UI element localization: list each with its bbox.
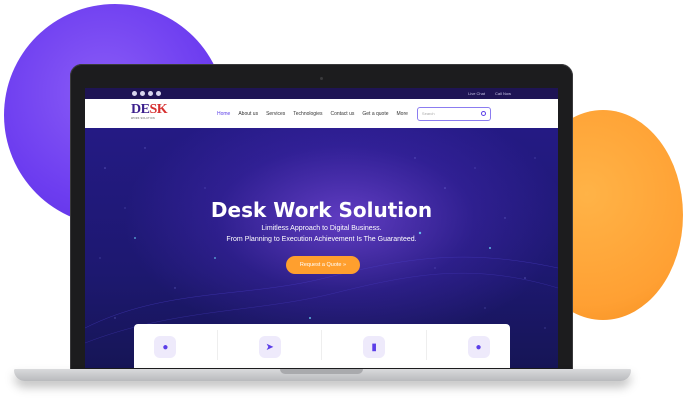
instagram-icon[interactable] (132, 91, 137, 96)
laptop-screen: Live Chat Call Now DESK WORK SOLUTION Ho… (85, 88, 558, 368)
social-links (132, 91, 161, 96)
logo-subtitle: WORK SOLUTION (131, 116, 155, 120)
search-placeholder: Search (421, 111, 435, 116)
facebook-icon[interactable] (140, 91, 145, 96)
card-divider (217, 330, 219, 360)
request-quote-button[interactable]: Request a Quote » (286, 256, 360, 274)
laptop-notch (280, 369, 363, 374)
group-icon[interactable]: ● (467, 336, 490, 358)
nav-more[interactable]: More (397, 111, 408, 117)
service-cards: ● ➤ ▮ ● (134, 324, 510, 368)
rocket-icon[interactable]: ➤ (258, 336, 281, 358)
call-now-link[interactable]: Call Now (495, 91, 511, 96)
live-chat-link[interactable]: Live Chat (468, 91, 485, 96)
pinterest-icon[interactable] (156, 91, 161, 96)
nav-get-quote[interactable]: Get a quote (362, 111, 388, 117)
contact-links: Live Chat Call Now (468, 91, 511, 96)
camera-dot (320, 77, 323, 80)
nav-home[interactable]: Home (217, 111, 230, 117)
nav-technologies[interactable]: Technologies (293, 111, 322, 117)
nav-contact[interactable]: Contact us (330, 111, 354, 117)
card-divider (321, 330, 323, 360)
main-nav: Home About us Services Technologies Cont… (217, 111, 408, 117)
nav-about[interactable]: About us (238, 111, 258, 117)
top-bar: Live Chat Call Now (85, 88, 558, 99)
hero-subtitle-2: From Planning to Execution Achievement I… (226, 236, 417, 243)
logo[interactable]: DESK WORK SOLUTION (131, 101, 168, 125)
logo-wordmark: DESK (131, 101, 168, 117)
navbar: DESK WORK SOLUTION Home About us Service… (85, 99, 558, 128)
tools-icon[interactable]: ▮ (363, 336, 386, 358)
hero-title: Desk Work Solution (210, 198, 433, 222)
team-icon[interactable]: ● (154, 336, 177, 358)
search-icon[interactable] (480, 111, 486, 116)
hero-subtitle-1: Limitless Approach to Digital Business. (261, 225, 382, 232)
twitter-icon[interactable] (148, 91, 153, 96)
nav-services[interactable]: Services (266, 111, 285, 117)
search-input[interactable]: Search (416, 106, 491, 121)
card-divider (425, 330, 427, 360)
